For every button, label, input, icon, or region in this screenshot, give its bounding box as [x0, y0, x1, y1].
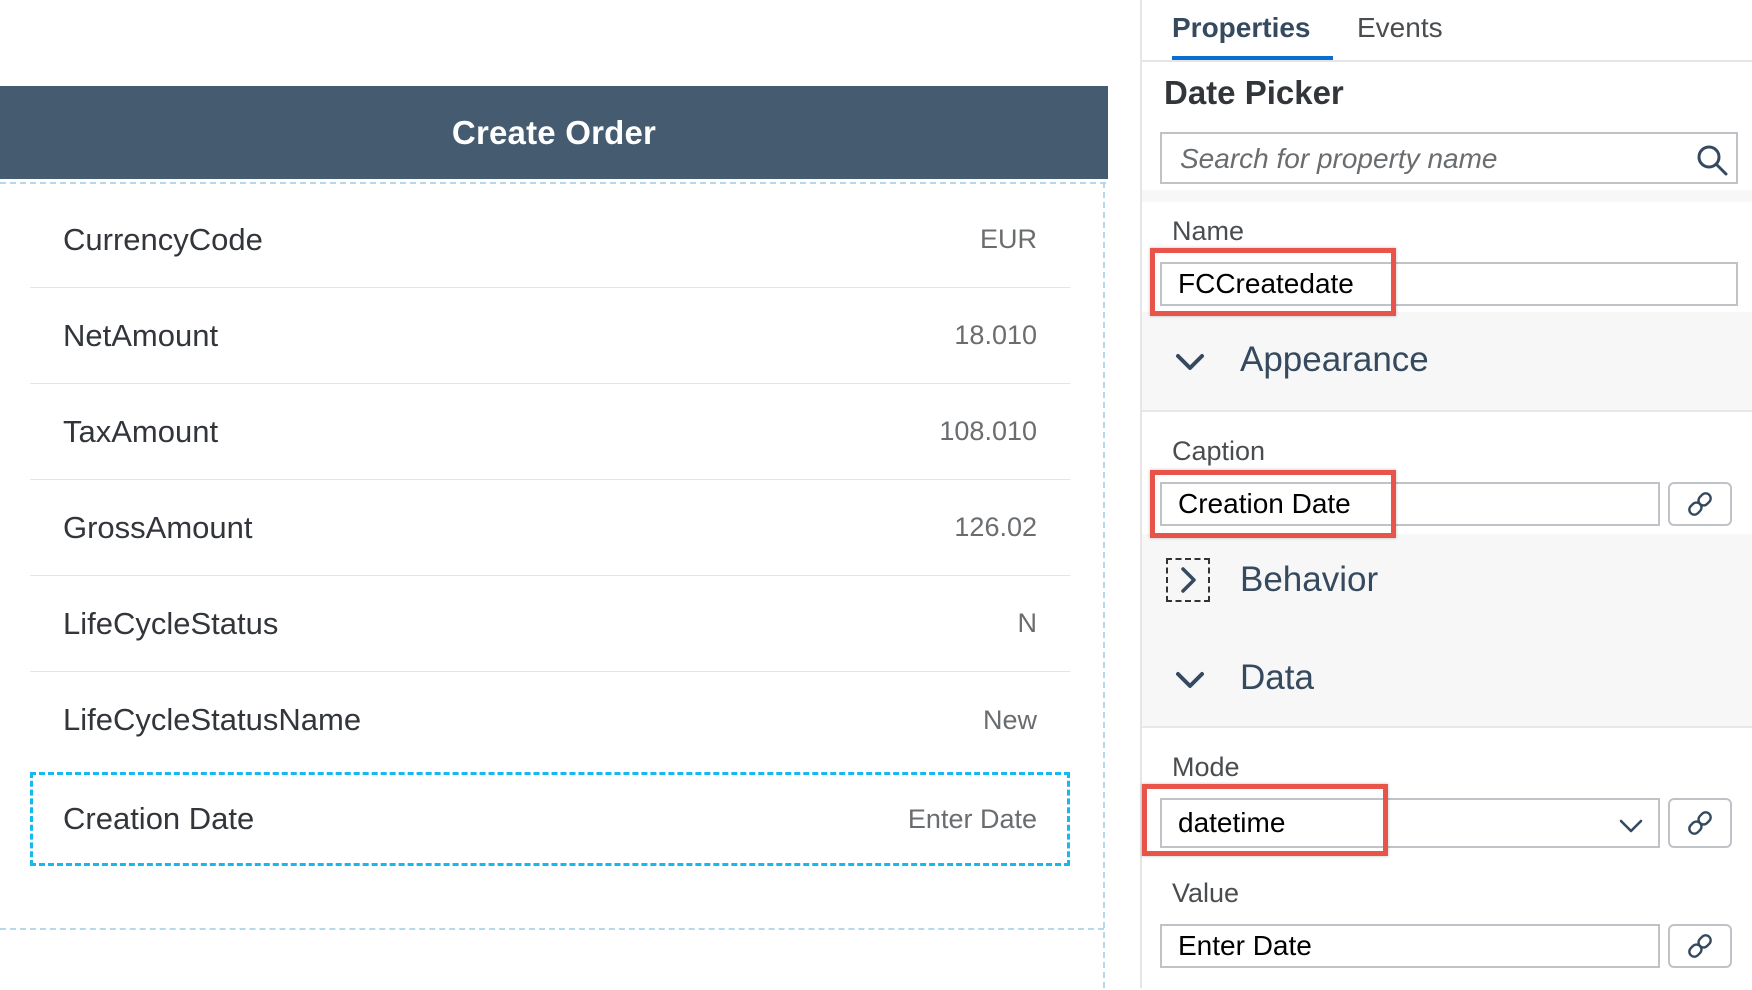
- list-item-label: Creation Date: [63, 801, 255, 836]
- tab-properties[interactable]: Properties: [1172, 12, 1333, 60]
- link-icon: [1688, 934, 1712, 958]
- chevron-down-icon[interactable]: [1618, 813, 1644, 837]
- list-item-label: TaxAmount: [63, 413, 219, 449]
- chevron-down-icon[interactable]: [1172, 662, 1208, 698]
- list-item-lifecycle-status[interactable]: LifeCycleStatus N: [30, 576, 1070, 672]
- list-item-value: N: [1017, 608, 1038, 638]
- search-placeholder: Search for property name: [1180, 143, 1498, 174]
- canvas-guide-bottom: [0, 928, 1104, 930]
- value-input[interactable]: Enter Date: [1160, 924, 1660, 968]
- panel-title: Date Picker: [1164, 74, 1344, 111]
- tab-events[interactable]: Events: [1357, 12, 1443, 56]
- value-bind-button[interactable]: [1668, 924, 1732, 968]
- panel-header: Date Picker Search for property name: [1142, 62, 1752, 190]
- list-item-gross-amount[interactable]: GrossAmount 126.02: [30, 480, 1070, 576]
- list-item-value: EUR: [979, 224, 1037, 254]
- mode-value: datetime: [1178, 807, 1286, 838]
- chevron-right-icon: [1181, 567, 1196, 593]
- name-value: FCCreatedate: [1178, 268, 1354, 299]
- link-icon: [1688, 492, 1712, 516]
- caption-label: Caption: [1172, 436, 1266, 466]
- properties-panel: Properties Events Date Picker Search for…: [1140, 0, 1752, 990]
- property-search-input[interactable]: Search for property name: [1160, 132, 1738, 184]
- caption-input[interactable]: Creation Date: [1160, 482, 1660, 526]
- design-canvas: Create Order CurrencyCode EUR NetAmount …: [0, 0, 1108, 988]
- list-item-value: 126.02: [954, 512, 1037, 542]
- caption-section: Caption Creation Date: [1142, 410, 1752, 534]
- canvas-guide-top: [0, 182, 1106, 184]
- data-section: Mode datetime Value Enter Date: [1142, 726, 1752, 990]
- canvas-guide-right: [1103, 182, 1105, 988]
- list-item-label: GrossAmount: [63, 509, 253, 545]
- list-item-value: 108.010: [939, 416, 1037, 446]
- list-item-value: New: [982, 704, 1037, 735]
- mode-bind-button[interactable]: [1668, 798, 1732, 848]
- data-group-header[interactable]: Data: [1142, 632, 1752, 726]
- name-section: Name FCCreatedate: [1142, 202, 1752, 312]
- mode-label: Mode: [1172, 752, 1240, 782]
- behavior-group-header[interactable]: Behavior: [1142, 534, 1752, 628]
- appearance-group-header[interactable]: Appearance: [1142, 314, 1752, 408]
- list-item-currency-code[interactable]: CurrencyCode EUR: [30, 192, 1070, 288]
- name-label: Name: [1172, 216, 1245, 246]
- list-item-net-amount[interactable]: NetAmount 18.010: [30, 288, 1070, 384]
- mode-select[interactable]: datetime: [1160, 798, 1660, 848]
- appearance-label: Appearance: [1240, 340, 1429, 379]
- data-label: Data: [1240, 658, 1314, 697]
- value-label: Value: [1172, 878, 1240, 908]
- list-item-label: LifeCycleStatusName: [63, 702, 362, 737]
- list-item-label: LifeCycleStatus: [63, 605, 279, 641]
- list-item-value: 18.010: [954, 320, 1037, 350]
- caption-value: Creation Date: [1178, 488, 1351, 519]
- list-item-lifecycle-status-name[interactable]: LifeCycleStatusName New: [30, 672, 1070, 768]
- list-item-label: CurrencyCode: [63, 221, 263, 257]
- chevron-down-icon[interactable]: [1172, 344, 1208, 380]
- value-value: Enter Date: [1178, 930, 1312, 961]
- list-item-value: Enter Date: [907, 803, 1037, 834]
- name-input[interactable]: FCCreatedate: [1160, 262, 1738, 306]
- page-title: Create Order: [451, 113, 657, 151]
- link-icon: [1688, 811, 1712, 835]
- search-icon[interactable]: [1696, 144, 1728, 176]
- panel-tabs: Properties Events: [1142, 0, 1752, 62]
- behavior-expander[interactable]: [1166, 558, 1210, 602]
- page-header: Create Order: [0, 86, 1108, 179]
- list-item-tax-amount[interactable]: TaxAmount 108.010: [30, 384, 1070, 480]
- form-list: CurrencyCode EUR NetAmount 18.010 TaxAmo…: [30, 192, 1070, 866]
- list-item-label: NetAmount: [63, 317, 219, 353]
- caption-bind-button[interactable]: [1668, 482, 1732, 526]
- date-picker-control-selected[interactable]: Creation Date Enter Date: [30, 772, 1070, 866]
- behavior-label: Behavior: [1240, 560, 1379, 599]
